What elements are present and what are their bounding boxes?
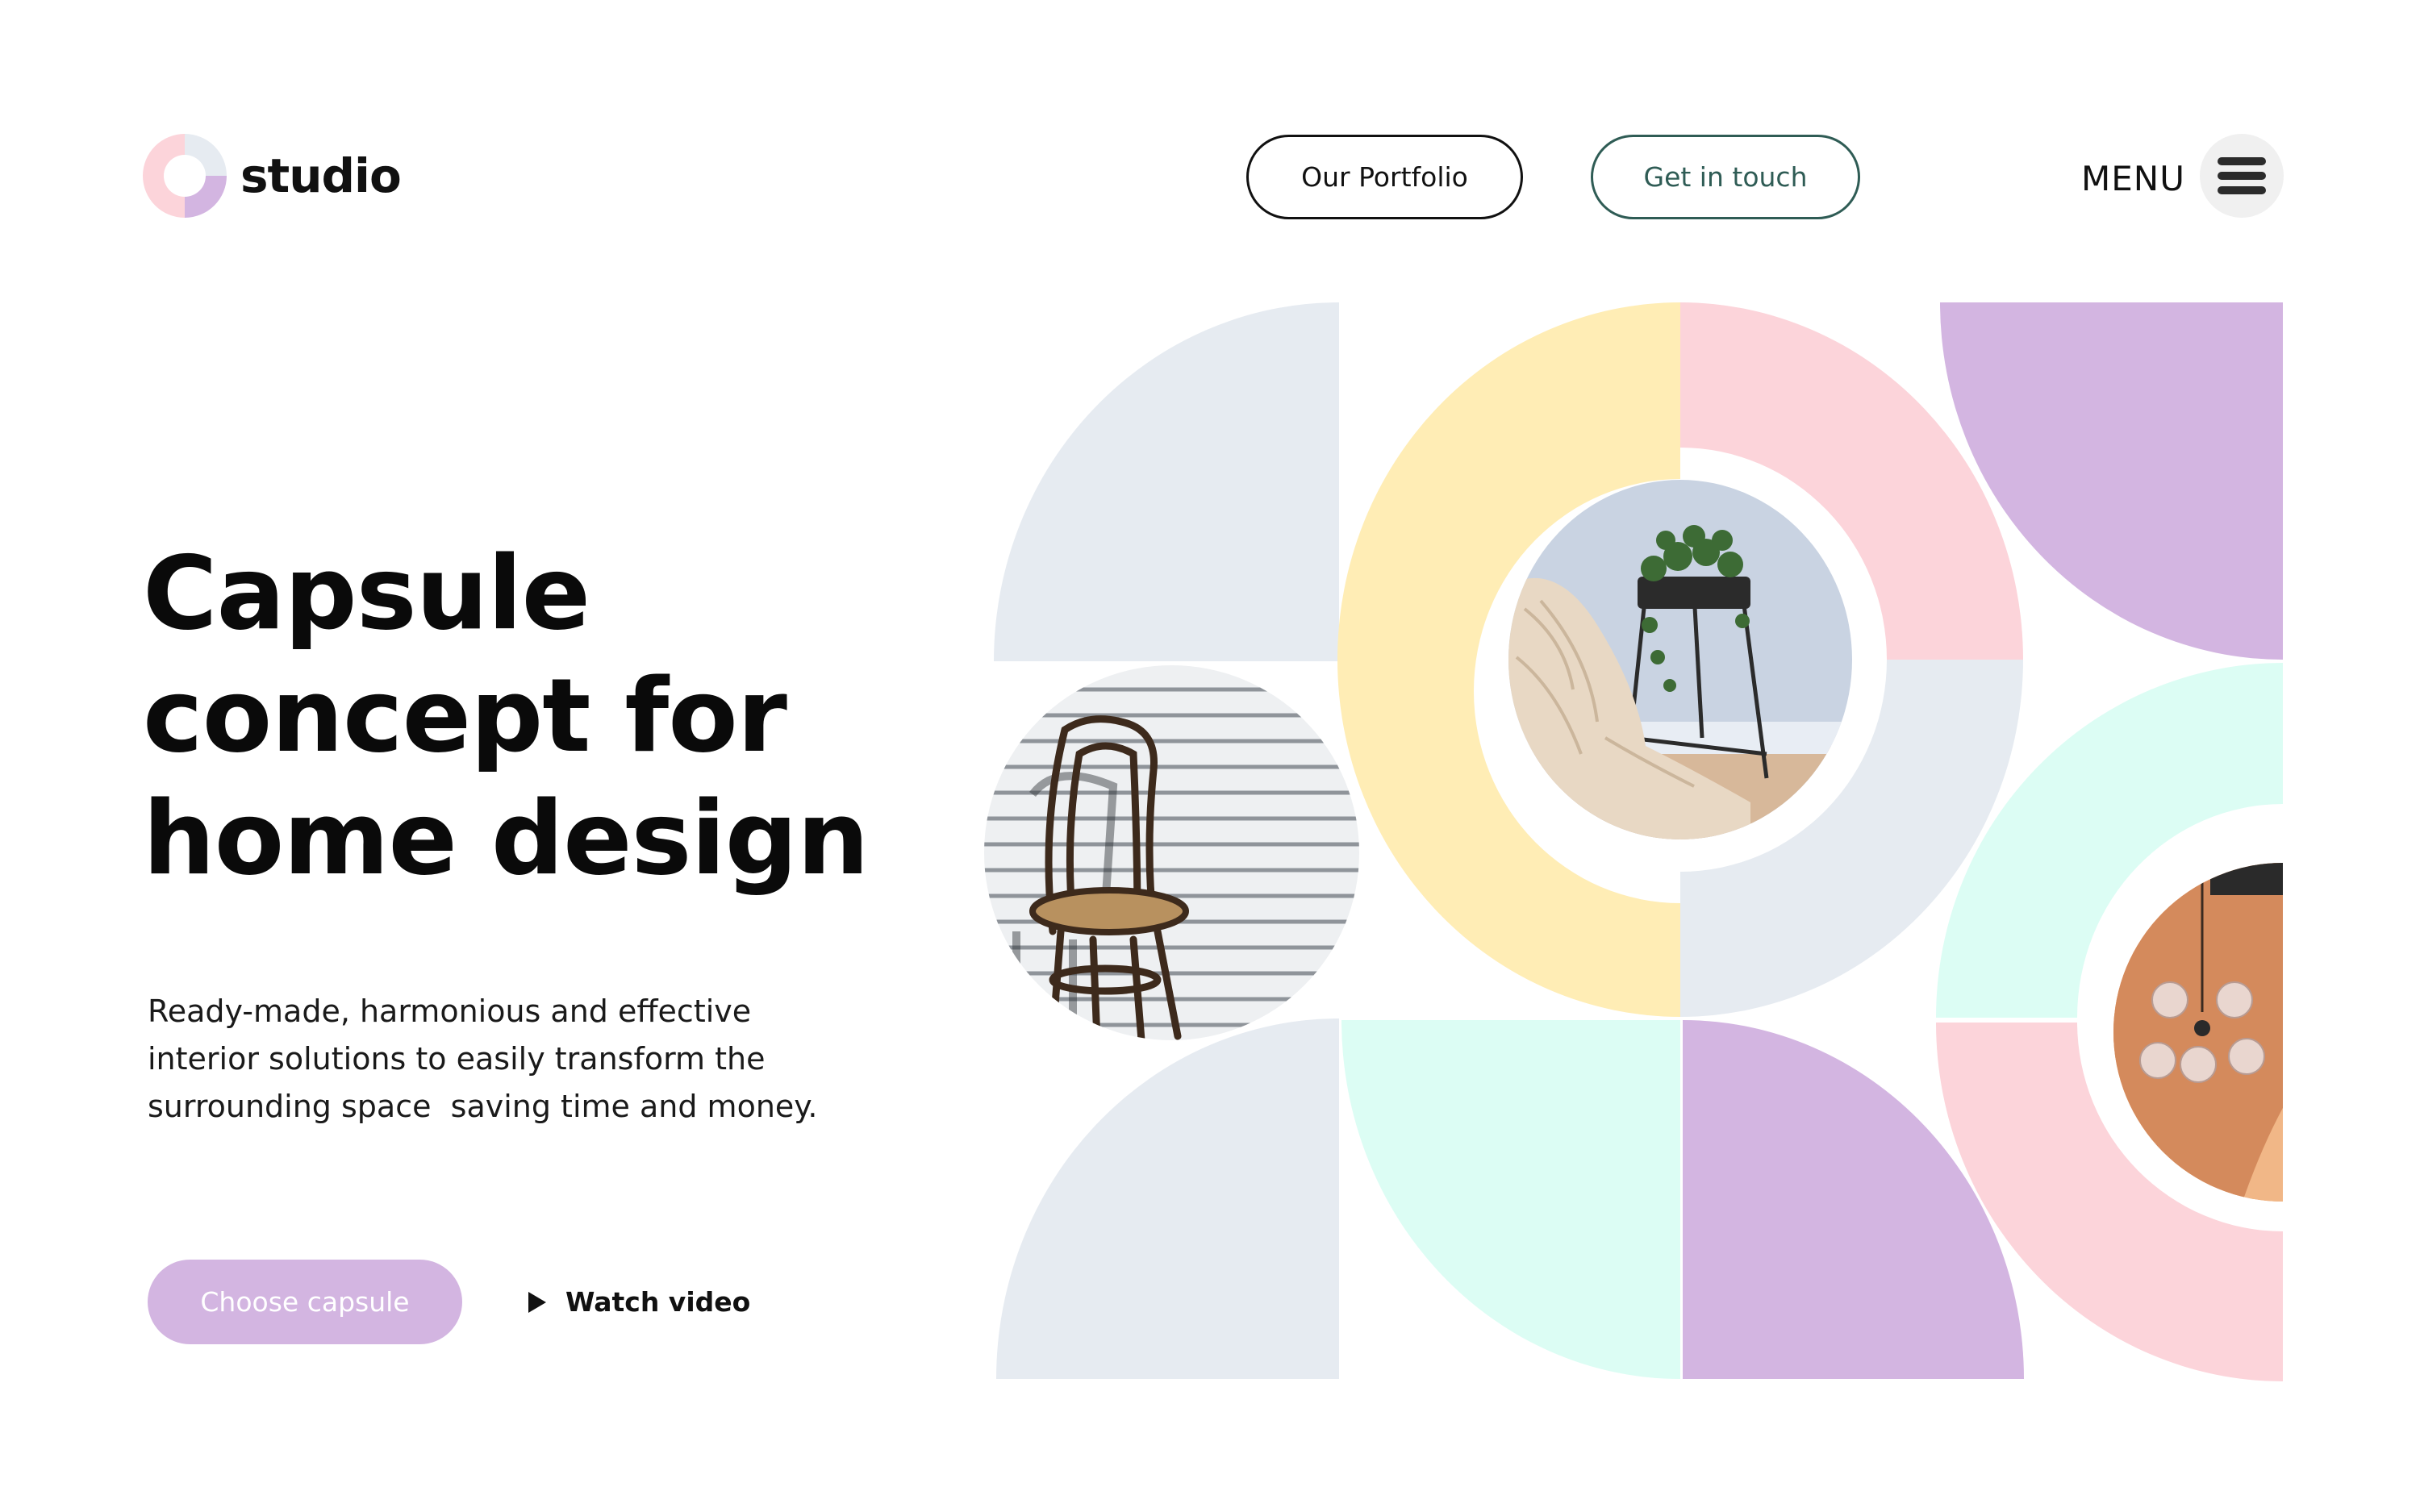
- plant-icon: [1508, 480, 1852, 839]
- mint-quarter-shape: [1341, 1020, 1680, 1379]
- choose-capsule-button[interactable]: Choose capsule: [148, 1260, 462, 1344]
- description-line: interior solutions to easily transform t…: [148, 1041, 766, 1077]
- description-line: surrounding space saving time and money.: [148, 1089, 818, 1124]
- bentwood-chair-photo: [984, 665, 1359, 1040]
- chair-icon: [984, 665, 1359, 1040]
- headline-line: concept for: [143, 656, 787, 775]
- hero-artwork: [984, 298, 2299, 1395]
- plant-stand-blanket-photo: [1508, 480, 1852, 839]
- watch-video-link[interactable]: Watch video: [528, 1286, 750, 1318]
- headline-line: home design: [143, 779, 870, 898]
- headline-line: Capsule: [143, 534, 590, 652]
- gray-quarter-shape: [994, 302, 1339, 661]
- brand-name: studio: [240, 148, 402, 203]
- studio-logo-icon: [143, 134, 227, 218]
- menu-label[interactable]: MENU: [2081, 158, 2185, 200]
- description-line: Ready-made, harmonious and effective: [148, 993, 752, 1029]
- our-portfolio-button[interactable]: Our Portfolio: [1246, 135, 1523, 219]
- watch-video-label: Watch video: [565, 1286, 751, 1318]
- menu-button[interactable]: [2200, 134, 2284, 218]
- get-in-touch-button[interactable]: Get in touch: [1591, 135, 1860, 219]
- hero-description: Ready-made, harmonious and effective int…: [148, 988, 874, 1131]
- gray-quarter-shape: [996, 1018, 1339, 1379]
- play-icon: [528, 1291, 546, 1313]
- hero-headline: Capsule concept for home design: [143, 532, 949, 900]
